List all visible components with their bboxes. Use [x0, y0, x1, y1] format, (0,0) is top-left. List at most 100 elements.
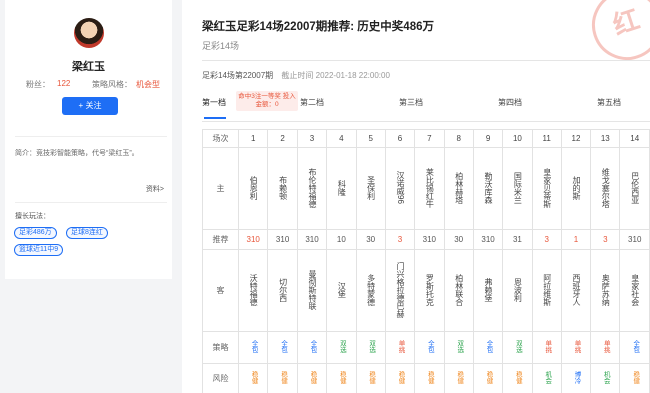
- recommend-cell-text: 310: [305, 235, 319, 244]
- home-team-cell: 伯恩利: [237, 147, 269, 230]
- strategy-cell-text: 全包: [426, 340, 434, 353]
- recommend-cell-text: 30: [366, 235, 376, 244]
- away-team-cell: 汉堡: [326, 249, 357, 332]
- risk-cell-text: 博冷: [573, 371, 580, 384]
- recommend-cell: 310: [619, 229, 650, 250]
- home-team-cell: 莱比锡红牛: [414, 147, 445, 230]
- away-team-cell: 罗斯托克: [414, 249, 445, 332]
- risk-row: 风险 稳健 稳健 稳健 稳健 稳健 稳健 稳健 稳健 稳健 稳健 机会 博冷 机会 稳健: [202, 363, 650, 393]
- away-team-cell-text: 恩波利: [513, 277, 523, 302]
- home-team-cell-text: 勒沃库森: [484, 171, 494, 204]
- match-number-cell-text: 5: [368, 134, 373, 143]
- recommend-cell: 1: [560, 229, 592, 250]
- match-number-cell-text: 14: [630, 134, 640, 143]
- away-team-cell-text: 柏林联合: [454, 273, 464, 306]
- away-team-cell-text: 沃特福德: [249, 273, 259, 306]
- risk-cell: 稳健: [502, 363, 533, 393]
- tab-tier-3[interactable]: 第三档: [399, 97, 423, 108]
- recommend-cell: 310: [414, 229, 445, 250]
- prediction-table: 场次 1 2 3 4 5 6 7 8 9 10 11 12 13 14 主 伯恩利 布赖顿 布伦特福德 科隆 圣保…: [202, 129, 650, 393]
- match-number-cell-text: 8: [456, 134, 461, 143]
- tab-tier-2[interactable]: 第二档: [300, 97, 324, 108]
- away-team-cell-text: 门兴格拉德巴赫: [395, 261, 405, 318]
- risk-cell-text: 稳健: [514, 371, 522, 384]
- home-team-cell: 皇家贝蒂斯: [531, 147, 562, 230]
- expertise-tag[interactable]: 篮球近11中9: [14, 244, 64, 256]
- expertise-tag[interactable]: 足彩486万: [14, 227, 57, 239]
- away-team-cell: 奥萨苏纳: [590, 249, 621, 332]
- away-team-cell: 西班牙人: [560, 249, 592, 332]
- home-team-cell: 加的斯: [560, 147, 592, 230]
- risk-cell: 博冷: [560, 363, 592, 393]
- strategy-cell: 全包: [267, 331, 298, 364]
- recommend-cell-text: 10: [336, 235, 346, 244]
- strategy-cell-text: 双选: [455, 340, 463, 353]
- strategy-cell-text: 单挑: [602, 340, 610, 353]
- recommend-cell: 3: [531, 229, 562, 250]
- expertise-tag[interactable]: 足球8连红: [66, 227, 108, 239]
- match-number-cell: 9: [472, 129, 504, 148]
- follow-button[interactable]: + 关注: [62, 97, 118, 115]
- match-number-cell: 1: [237, 129, 269, 148]
- strategy-cell-text: 全包: [485, 340, 493, 353]
- match-number-cell: 10: [502, 129, 533, 148]
- risk-cell-text: 机会: [602, 371, 610, 384]
- match-number-cell: 11: [531, 129, 562, 148]
- away-team-cell-text: 奥萨苏纳: [601, 273, 611, 306]
- away-label: 客: [202, 249, 239, 332]
- home-team-cell-text: 科隆: [337, 179, 347, 196]
- strategy-cell: 单挑: [590, 331, 621, 364]
- away-team-cell-text: 西班牙人: [572, 273, 581, 306]
- risk-cell-text: 机会: [543, 371, 551, 384]
- strategy-cell: 全包: [296, 331, 328, 364]
- avatar[interactable]: [74, 18, 104, 48]
- home-team-cell-text: 维戈塞尔塔: [601, 167, 611, 208]
- match-number-cell: 6: [384, 129, 416, 148]
- home-team-cell-text: 加的斯: [572, 175, 581, 200]
- tab-tier-5[interactable]: 第五档: [597, 97, 621, 108]
- strategy-cell: 全包: [619, 331, 650, 364]
- home-team-cell-text: 皇家贝蒂斯: [542, 167, 552, 208]
- divider: [202, 121, 650, 122]
- recommend-cell-text: 310: [422, 235, 437, 244]
- match-number-cell-text: 7: [427, 134, 432, 143]
- away-team-cell: 沃特福德: [237, 249, 269, 332]
- recommend-label: 推荐: [202, 229, 239, 250]
- risk-cell-text: 稳健: [250, 371, 258, 384]
- strategy-cell: 单挑: [531, 331, 562, 364]
- match-number-cell: 13: [590, 129, 621, 148]
- recommend-cell-text: 1: [573, 235, 579, 244]
- deadline-time: 2022-01-18 22:00:00: [315, 71, 390, 80]
- fans-count: 122: [57, 79, 71, 88]
- strategy-row: 策略 全包 全包 全包 双选 双选 单挑 全包 双选 全包 双选 单挑 单挑 单挑 全包: [202, 331, 650, 364]
- recommend-cell-text: 31: [512, 235, 522, 244]
- home-team-row: 主 伯恩利 布赖顿 布伦特福德 科隆 圣保利 汉诺威96 莱比锡红牛 柏林赫塔 勒沃库森 国际米兰…: [202, 147, 650, 230]
- tab-tier-4[interactable]: 第四档: [498, 97, 522, 108]
- article-subtitle: 足彩14场: [202, 41, 240, 51]
- match-number-cell-text: 1: [250, 134, 256, 143]
- recommend-cell-text: 310: [628, 235, 642, 244]
- home-team-cell-text: 布伦特福德: [308, 167, 318, 208]
- strategy-cell-text: 双选: [338, 340, 346, 353]
- recommend-cell: 3: [590, 229, 621, 250]
- strategy-cell: 单挑: [560, 331, 592, 364]
- home-team-cell: 圣保利: [355, 147, 386, 230]
- away-team-cell-text: 罗斯托克: [425, 273, 435, 306]
- match-number-cell-text: 11: [542, 134, 551, 143]
- risk-cell: 稳健: [443, 363, 474, 393]
- risk-cell: 稳健: [326, 363, 357, 393]
- risk-cell-text: 稳健: [455, 371, 463, 384]
- strategy-cell: 全包: [237, 331, 269, 364]
- risk-cell: 稳健: [384, 363, 416, 393]
- away-team-cell-text: 多特蒙德: [366, 273, 376, 306]
- home-team-cell: 布伦特福德: [296, 147, 328, 230]
- tab-tier-1[interactable]: 第一档: [202, 97, 226, 108]
- risk-cell: 机会: [590, 363, 621, 393]
- recommend-cell-text: 310: [481, 235, 495, 244]
- strategy-cell-text: 全包: [250, 340, 258, 353]
- more-info-link[interactable]: 资料>: [146, 184, 164, 194]
- home-team-cell-text: 伯恩利: [249, 175, 259, 200]
- away-team-cell: 弗赖堡: [472, 249, 504, 332]
- match-number-cell: 4: [326, 129, 357, 148]
- risk-cell-text: 稳健: [338, 371, 346, 384]
